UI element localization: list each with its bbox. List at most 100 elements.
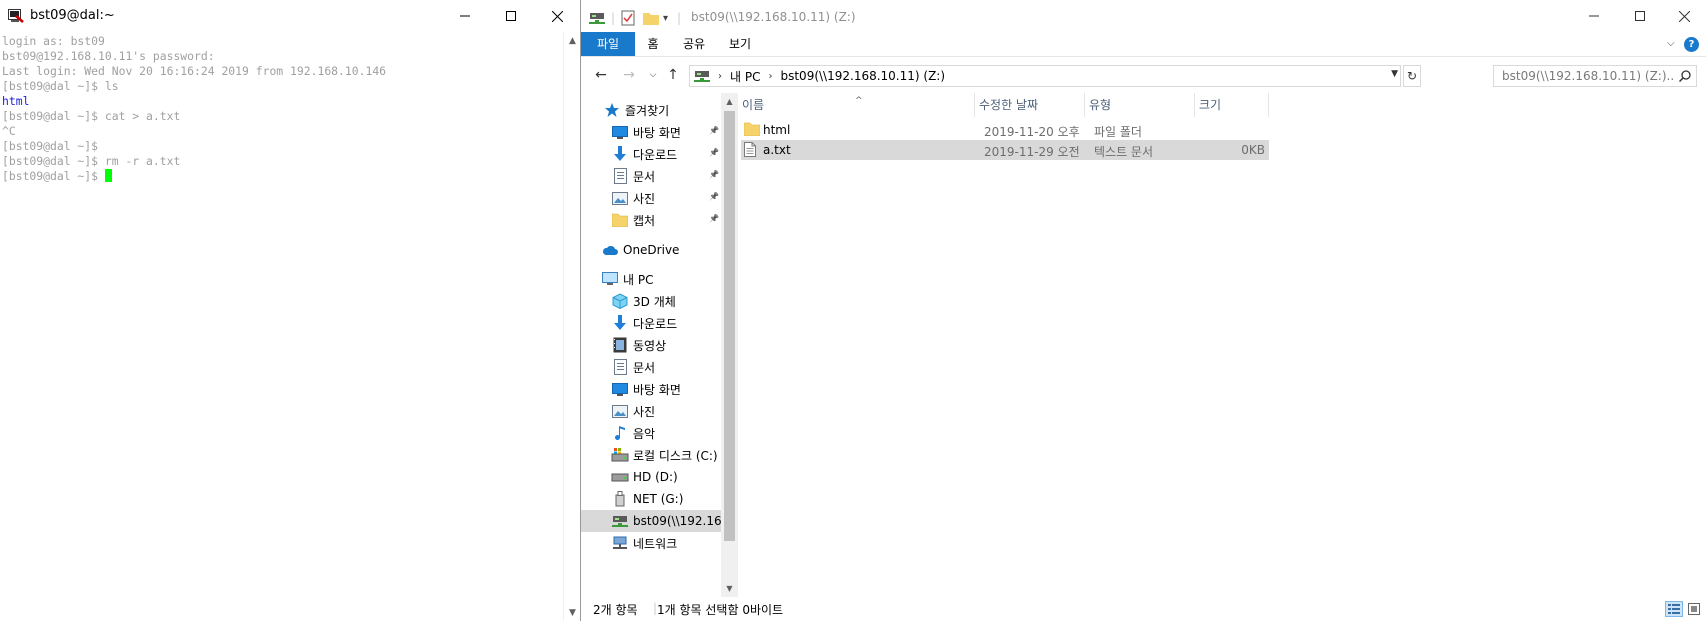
- download-icon: [611, 146, 629, 162]
- help-button[interactable]: ?: [1684, 37, 1699, 52]
- nav-item-label: 음악: [633, 426, 656, 441]
- explorer-minimize-button[interactable]: [1571, 0, 1617, 32]
- pin-icon[interactable]: 📌: [709, 126, 719, 135]
- nav-item-label: 문서: [633, 360, 656, 375]
- putty-window[interactable]: bst09@dal:~ login as: bst09 bst09@192.168…: [0, 0, 580, 621]
- star-icon: [603, 102, 621, 118]
- nav-pc-item[interactable]: 3D 개체: [581, 290, 721, 312]
- nav-item-label: HD (D:): [633, 470, 678, 484]
- terminal-line: [bst09@dal ~]$ rm -r a.txt: [2, 154, 181, 168]
- terminal-scrollbar[interactable]: ▲ ▼: [563, 32, 580, 621]
- putty-close-button[interactable]: [534, 0, 580, 32]
- file-name: a.txt: [763, 143, 791, 157]
- refresh-button[interactable]: ↻: [1403, 65, 1421, 87]
- putty-minimize-button[interactable]: [442, 0, 488, 32]
- nav-quick-access[interactable]: 즐겨찾기: [581, 99, 721, 121]
- network-drive-icon: [611, 513, 629, 529]
- pin-icon[interactable]: 📌: [709, 192, 719, 201]
- back-button[interactable]: ←: [591, 66, 611, 84]
- tab-home[interactable]: 홈: [635, 32, 671, 56]
- tab-file[interactable]: 파일: [581, 32, 635, 56]
- tab-share[interactable]: 공유: [673, 32, 715, 56]
- terminal-cursor: [104, 169, 112, 182]
- quick-access-dropdown-icon[interactable]: ▾: [663, 9, 668, 27]
- column-header-size[interactable]: 크기: [1195, 93, 1269, 117]
- recent-locations-button[interactable]: ⌵: [643, 66, 663, 84]
- status-item-count: 2개 항목: [593, 603, 638, 617]
- explorer-titlebar[interactable]: | ▾ | bst09(\\192.168.10.11) (Z:): [581, 0, 1706, 34]
- file-row[interactable]: a.txt 2019-11-29 오전 10:00 텍스트 문서 0KB: [741, 140, 1269, 160]
- ribbon-expand-icon[interactable]: ⌵: [1667, 38, 1675, 49]
- nav-pc-item[interactable]: 문서: [581, 356, 721, 378]
- nav-quick-item[interactable]: 문서 📌: [581, 165, 721, 187]
- refresh-icon: ↻: [1406, 69, 1418, 83]
- nav-quick-item[interactable]: 사진 📌: [581, 187, 721, 209]
- pin-icon[interactable]: 📌: [709, 170, 719, 179]
- nav-pc-item[interactable]: 음악: [581, 422, 721, 444]
- file-size: 0KB: [1241, 143, 1265, 157]
- up-button[interactable]: ↑: [663, 66, 683, 84]
- new-folder-icon[interactable]: [643, 9, 659, 27]
- nav-quick-item[interactable]: 캡처 📌: [581, 209, 721, 231]
- nav-this-pc[interactable]: 내 PC: [581, 268, 721, 290]
- nav-item-label: 사진: [633, 404, 656, 419]
- arrow-left-icon: ←: [595, 67, 607, 83]
- column-header-name[interactable]: 이름 ^: [738, 93, 975, 117]
- scroll-up-icon[interactable]: ▲: [721, 93, 738, 110]
- details-view-icon: [1668, 604, 1680, 614]
- search-input[interactable]: bst09(\\192.168.10.11) (Z:)...: [1493, 65, 1697, 87]
- terminal-output[interactable]: login as: bst09 bst09@192.168.10.11's pas…: [0, 32, 563, 621]
- nav-pc-item[interactable]: NET (G:): [581, 488, 721, 510]
- pin-icon[interactable]: 📌: [709, 214, 719, 223]
- nav-pc-item[interactable]: 바탕 화면: [581, 378, 721, 400]
- music-icon: [611, 425, 629, 441]
- nav-pc-item[interactable]: bst09(\\192.168.10.11) (Z:): [581, 510, 721, 532]
- pin-icon[interactable]: 📌: [709, 148, 719, 157]
- nav-pc-item[interactable]: 네트워크: [581, 532, 721, 554]
- large-icons-view-button[interactable]: [1685, 601, 1703, 617]
- file-type: 텍스트 문서: [1094, 145, 1154, 159]
- breadcrumb-chevron-icon[interactable]: ›: [718, 71, 722, 82]
- terminal-line: [bst09@dal ~]$ cat > a.txt: [2, 109, 181, 123]
- folder-icon: [743, 122, 761, 139]
- network-icon: [611, 535, 629, 551]
- nav-pc-item[interactable]: 사진: [581, 400, 721, 422]
- details-view-button[interactable]: [1665, 601, 1683, 617]
- address-dropdown-icon[interactable]: ▼: [1391, 69, 1398, 79]
- navigation-pane[interactable]: 즐겨찾기 바탕 화면 📌 다운로드 📌 문서 📌 사진 📌 캡처 📌 OneDrive 내 PC …: [581, 93, 721, 597]
- nav-onedrive[interactable]: OneDrive: [581, 239, 721, 261]
- local-disk-icon: [611, 447, 629, 463]
- scroll-down-icon[interactable]: ▼: [564, 604, 581, 621]
- tab-view[interactable]: 보기: [719, 32, 761, 56]
- column-header-type[interactable]: 유형: [1085, 93, 1195, 117]
- breadcrumb-network-drive[interactable]: bst09(\\192.168.10.11) (Z:): [780, 69, 945, 83]
- putty-maximize-button[interactable]: [488, 0, 534, 32]
- explorer-close-button[interactable]: [1661, 0, 1706, 32]
- breadcrumb-chevron-icon[interactable]: ›: [768, 71, 772, 82]
- pictures-icon: [611, 190, 629, 206]
- forward-button[interactable]: →: [619, 66, 639, 84]
- explorer-maximize-button[interactable]: [1617, 0, 1663, 32]
- file-row[interactable]: html 2019-11-20 오후 4:16 파일 폴더: [741, 120, 1269, 140]
- breadcrumb-this-pc[interactable]: 내 PC: [730, 68, 760, 85]
- nav-pc-item[interactable]: 로컬 디스크 (C:): [581, 444, 721, 466]
- navigation-pane-scrollbar[interactable]: ▲ ▼: [721, 93, 738, 597]
- nav-pc-item[interactable]: HD (D:): [581, 466, 721, 488]
- nav-pc-item[interactable]: 다운로드: [581, 312, 721, 334]
- cloud-icon: [601, 242, 619, 258]
- nav-pc-item[interactable]: 동영상: [581, 334, 721, 356]
- putty-titlebar[interactable]: bst09@dal:~: [0, 0, 580, 32]
- computer-icon: [601, 271, 619, 287]
- column-header-date[interactable]: 수정한 날짜: [975, 93, 1085, 117]
- scroll-up-icon[interactable]: ▲: [564, 32, 581, 49]
- scrollbar-thumb[interactable]: [724, 111, 735, 541]
- properties-icon[interactable]: [621, 9, 635, 27]
- file-list[interactable]: 이름 ^ 수정한 날짜 유형 크기 html 2019-11-20 오후 4:16…: [738, 93, 1706, 597]
- address-bar[interactable]: › 내 PC › bst09(\\192.168.10.11) (Z:) ▼: [689, 65, 1401, 87]
- file-explorer-window[interactable]: | ▾ | bst09(\\192.168.10.11) (Z:) 파일 홈 공…: [580, 0, 1706, 621]
- nav-quick-item[interactable]: 다운로드 📌: [581, 143, 721, 165]
- nav-quick-item[interactable]: 바탕 화면 📌: [581, 121, 721, 143]
- nav-item-label: 문서: [633, 169, 656, 184]
- file-name: html: [763, 123, 791, 137]
- scroll-down-icon[interactable]: ▼: [721, 580, 738, 597]
